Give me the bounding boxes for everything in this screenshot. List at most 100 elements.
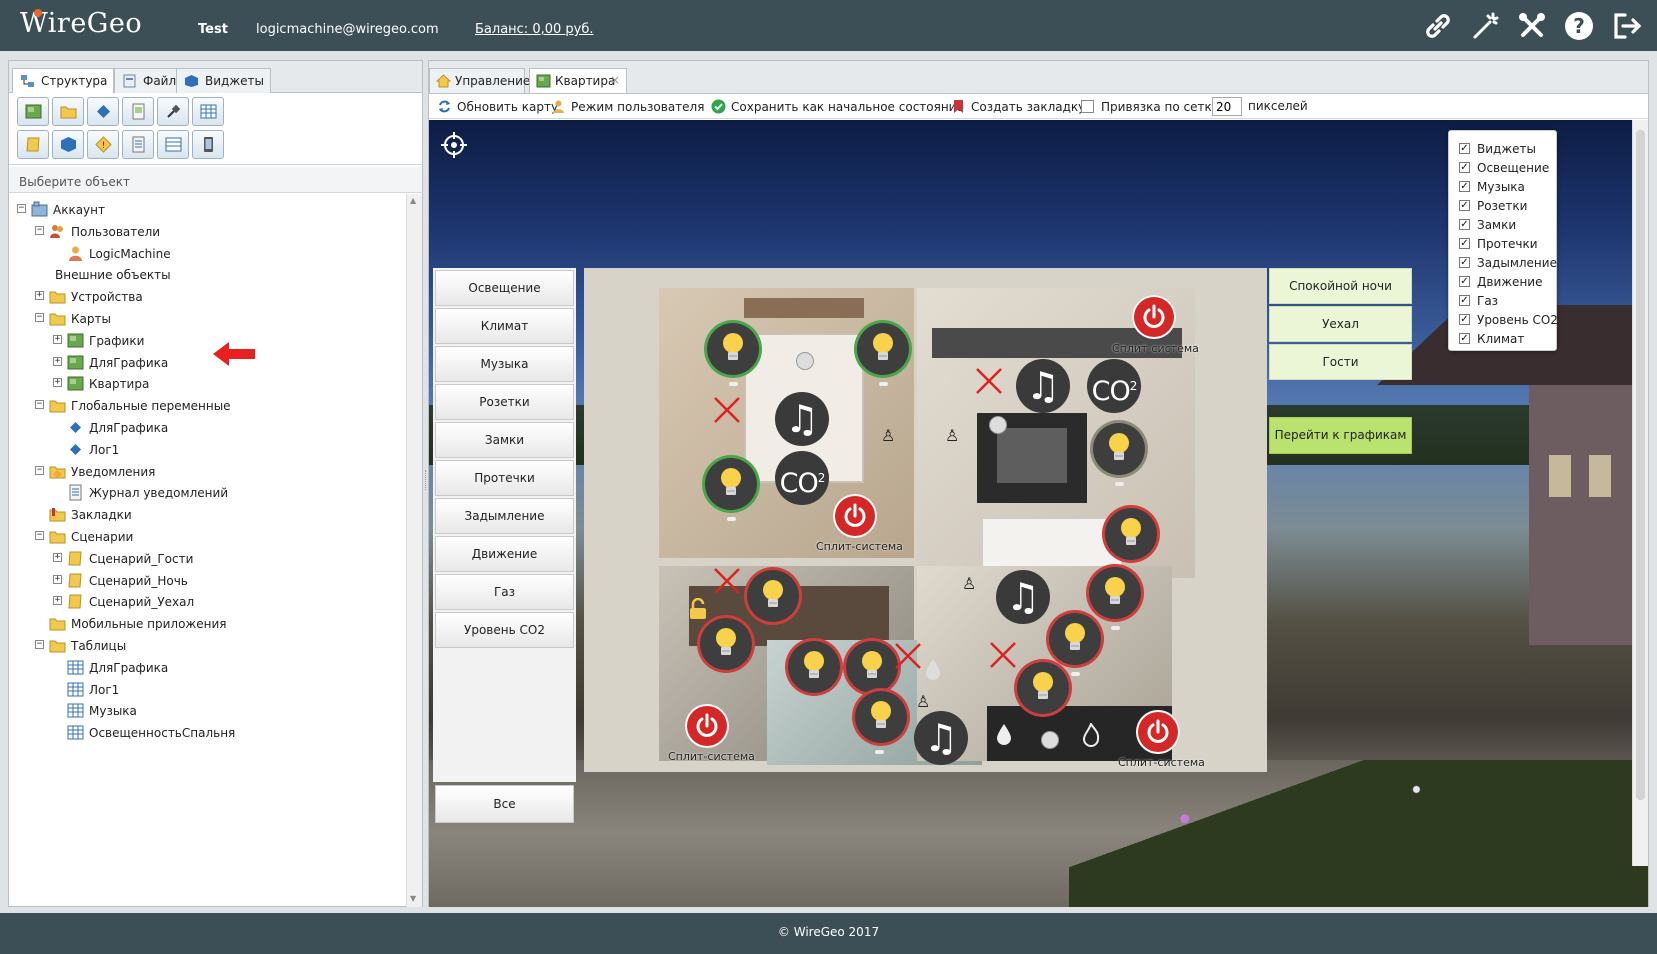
logout-icon[interactable]	[1611, 10, 1643, 42]
go-to-graphs-button[interactable]: Перейти к графикам	[1269, 417, 1412, 454]
tree-expander-icon[interactable]: +	[53, 596, 62, 606]
light-kitchen-1[interactable]	[747, 570, 799, 622]
add-notification-button[interactable]: !	[87, 130, 119, 159]
checkbox-checked-icon[interactable]: ✓	[1459, 295, 1470, 306]
light-bedroom-left[interactable]	[707, 323, 759, 375]
motion-sensor-icon[interactable]: ♙	[881, 426, 895, 445]
help-icon[interactable]: ?	[1563, 10, 1595, 42]
checkbox-checked-icon[interactable]: ✓	[1459, 238, 1470, 249]
socket-off-icon[interactable]	[712, 566, 742, 596]
add-mobile-app-button[interactable]	[192, 130, 224, 159]
scenario-left-button[interactable]: Уехал	[1269, 306, 1412, 342]
tools-icon[interactable]	[1516, 10, 1548, 42]
apartment-map[interactable]: Освещение Климат Музыка Розетки Замки Пр…	[429, 120, 1648, 907]
co2-living-room[interactable]: CO2	[1087, 359, 1141, 413]
tree-expander-icon[interactable]: −	[35, 465, 44, 475]
water-leak-icon[interactable]	[925, 658, 941, 680]
crosshair-icon[interactable]	[441, 132, 467, 158]
sockets-button[interactable]: Розетки	[435, 384, 574, 420]
link-icon[interactable]	[1422, 10, 1454, 42]
add-grid-button[interactable]	[157, 130, 189, 159]
checkbox-checked-icon[interactable]: ✓	[1459, 276, 1470, 287]
light-bedroom-right[interactable]	[857, 323, 909, 375]
light-bath-1[interactable]	[788, 641, 840, 693]
checkbox-checked-icon[interactable]: ✓	[1459, 257, 1470, 268]
tree-expander-icon[interactable]: −	[17, 204, 26, 213]
gas-flame-icon[interactable]	[1082, 723, 1100, 747]
add-plugin-button[interactable]	[157, 97, 189, 126]
light-bedroom-bottom[interactable]	[705, 458, 757, 510]
lock-icon[interactable]	[688, 598, 708, 620]
light-bath-3[interactable]	[855, 691, 907, 743]
motion-sensor-icon[interactable]: ♙	[962, 574, 976, 593]
light-hall-1[interactable]	[1089, 567, 1141, 619]
add-table-button[interactable]	[192, 97, 224, 126]
tab-control[interactable]: Управление	[429, 68, 530, 93]
light-kitchen-2[interactable]	[700, 618, 752, 670]
add-scenario-button[interactable]	[17, 130, 49, 159]
tree-expander-icon[interactable]: +	[35, 291, 44, 301]
checkbox-checked-icon[interactable]: ✓	[1459, 333, 1470, 344]
tab-apartment[interactable]: Квартира ×	[529, 68, 627, 94]
checkbox-checked-icon[interactable]: ✓	[1459, 181, 1470, 192]
smoke-button[interactable]: Задымление	[435, 498, 574, 534]
light-hall-2[interactable]	[1049, 613, 1101, 665]
co2-bedroom[interactable]: CO2	[775, 451, 829, 505]
motion-sensor-icon[interactable]: ♙	[945, 426, 959, 445]
power-split-living[interactable]	[1132, 295, 1176, 339]
tree-expander-icon[interactable]: +	[53, 574, 62, 584]
tree-expander-icon[interactable]: +	[53, 378, 62, 388]
light-living-sofa[interactable]	[1105, 508, 1157, 560]
close-tab-icon[interactable]: ×	[610, 73, 620, 87]
add-map-button[interactable]	[17, 97, 49, 126]
motion-sensor-icon[interactable]: ♙	[916, 692, 930, 711]
scenario-guests-button[interactable]: Гости	[1269, 344, 1412, 380]
socket-off-icon[interactable]	[712, 395, 742, 425]
scenario-good-night-button[interactable]: Спокойной ночи	[1269, 268, 1412, 304]
music-living-room[interactable]: ♫	[1016, 359, 1070, 413]
power-split-kitchen[interactable]	[685, 704, 729, 748]
light-hall-3[interactable]	[1017, 662, 1069, 714]
smoke-detector-icon[interactable]	[796, 352, 814, 370]
water-leak-icon[interactable]	[996, 723, 1012, 745]
add-document-button[interactable]	[122, 130, 154, 159]
map-scrollbar[interactable]	[1632, 120, 1648, 866]
scroll-down-icon[interactable]: ▼	[410, 894, 416, 903]
tree-expander-icon[interactable]: −	[35, 225, 44, 235]
tree-expander-icon[interactable]: +	[53, 356, 62, 366]
all-button[interactable]: Все	[435, 785, 574, 823]
add-folder-button[interactable]	[52, 97, 84, 126]
smoke-detector-icon[interactable]	[989, 416, 1007, 434]
tab-widgets[interactable]: Виджеты	[176, 68, 271, 93]
smoke-detector-icon[interactable]	[1041, 731, 1059, 749]
checkbox-checked-icon[interactable]: ✓	[1459, 200, 1470, 211]
socket-off-icon[interactable]	[974, 366, 1004, 396]
add-variable-button[interactable]	[87, 97, 119, 126]
motion-button[interactable]: Движение	[435, 536, 574, 572]
tree-expander-icon[interactable]: +	[53, 552, 62, 562]
light-bath-2[interactable]	[846, 641, 898, 693]
power-split-hall[interactable]	[1136, 710, 1180, 754]
gas-button[interactable]: Газ	[435, 574, 574, 610]
tree-expander-icon[interactable]: +	[53, 334, 62, 344]
tree-scrollbar[interactable]: ▲ ▼	[406, 194, 422, 907]
checkbox-checked-icon[interactable]: ✓	[1459, 219, 1470, 230]
balance-link[interactable]: Баланс: 0,00 руб.	[475, 22, 594, 37]
music-hallway[interactable]: ♫	[996, 570, 1050, 624]
climate-button[interactable]: Климат	[435, 308, 574, 344]
power-split-bedroom[interactable]	[833, 494, 877, 538]
tree-expander-icon[interactable]: −	[35, 531, 44, 540]
leaks-button[interactable]: Протечки	[435, 460, 574, 496]
locks-button[interactable]: Замки	[435, 422, 574, 458]
co2-level-button[interactable]: Уровень CO2	[435, 612, 574, 648]
tab-structure[interactable]: Структура	[12, 68, 115, 94]
checkbox[interactable]	[1081, 100, 1094, 113]
music-bathroom[interactable]: ♫	[914, 711, 968, 765]
logo[interactable]: WireGeo	[20, 8, 142, 39]
lighting-button[interactable]: Освещение	[435, 270, 574, 306]
tree-expander-icon[interactable]: −	[35, 313, 44, 322]
music-bedroom[interactable]: ♫	[775, 392, 829, 446]
socket-off-icon[interactable]	[893, 641, 923, 671]
add-object-button[interactable]	[52, 130, 84, 159]
light-living-room[interactable]	[1093, 423, 1145, 475]
